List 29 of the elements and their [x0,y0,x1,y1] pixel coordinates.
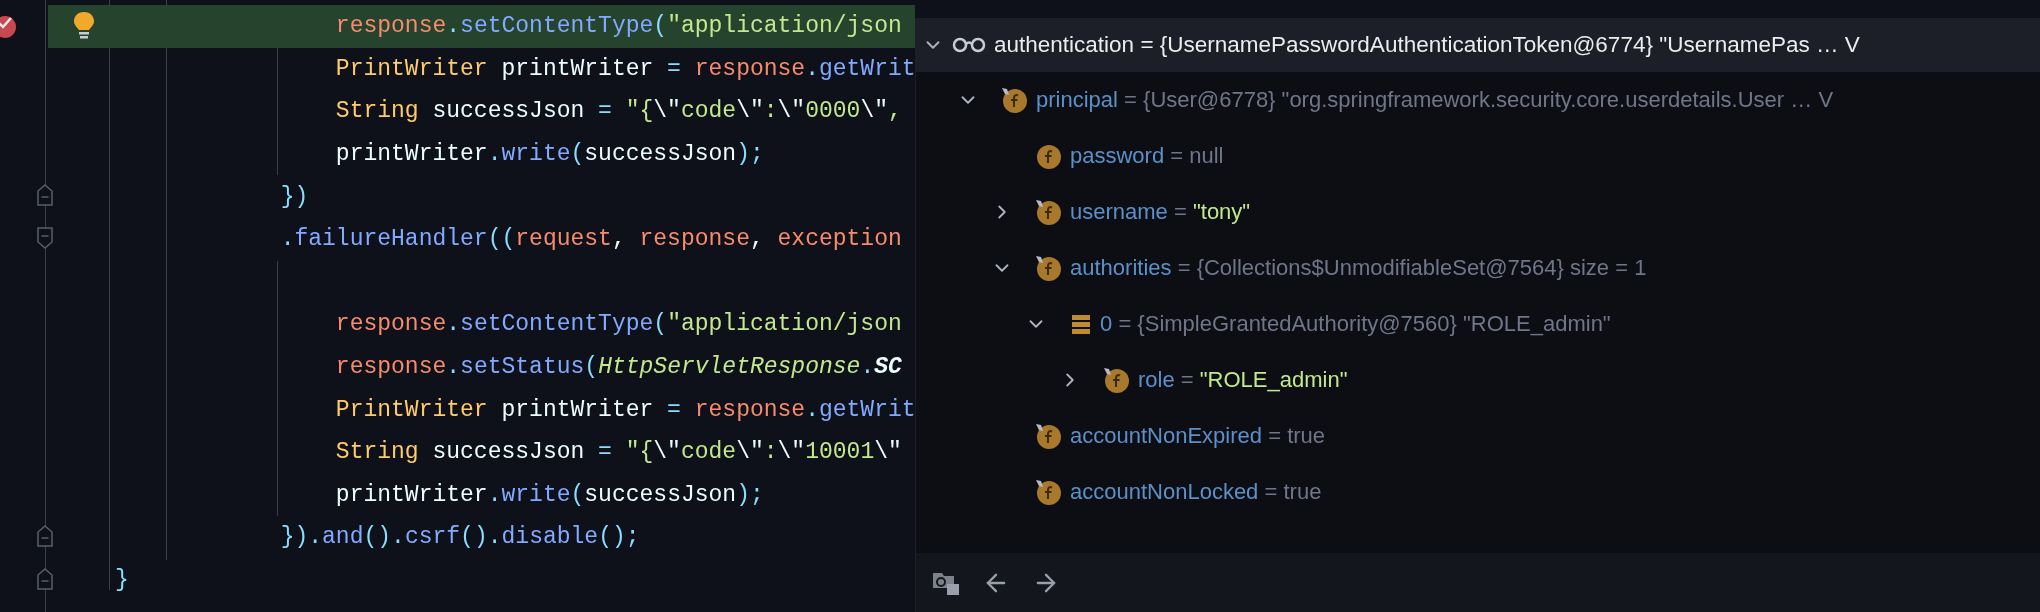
code-line: .failureHandler((request, response, exception [279,226,902,253]
code-line: response.setStatus(HttpServletResponse.SC [334,354,902,381]
variable-entry: authorities = {Collections$UnmodifiableSet@7564} size = 1 [1070,255,1647,281]
fold-marker-icon[interactable] [36,524,54,549]
variable-entry: username = "tony" [1070,199,1251,225]
fold-marker-icon[interactable] [36,225,54,250]
variable-entry: principal = {User@6778} "org.springframework.security.core.userdetails.User … V [1036,87,1834,113]
code-line: printWriter.write(successJson); [334,481,764,508]
variable-entry: accountNonExpired = true [1070,423,1326,449]
variable-entry: role = "ROLE_admin" [1138,367,1348,393]
glasses-icon [952,36,986,54]
code-line: response.setContentType("application/json [334,13,902,40]
code-line: } [115,567,129,593]
array-icon [1070,313,1092,335]
fold-marker-icon[interactable] [36,566,54,591]
code-line: PrintWriter printWriter = response.getWrit [334,55,915,82]
code-line: }).and().csrf().disable(); [279,524,640,551]
watch-expression: authentication = {UsernamePasswordAuthenticationToken@6774} "UsernamePas … V [994,32,1860,58]
code-line: response.setContentType("application/json [334,311,902,338]
lightbulb-icon[interactable] [72,10,96,42]
code-line: }) [279,183,309,210]
fold-marker-icon[interactable] [36,183,54,208]
code-line: String successJson = "{\"code\":\"0000\", [334,98,902,125]
code-line: printWriter.write(successJson); [334,141,764,168]
variable-entry: 0 = {SimpleGrantedAuthority@7560} "ROLE_admin" [1100,311,1611,337]
variable-entry: password = null [1070,143,1224,169]
code-line: String successJson = "{\"code\":\"10001\" [334,439,902,466]
variable-entry: accountNonLocked = true [1070,479,1322,505]
code-line: PrintWriter printWriter = response.getWrit [334,396,915,423]
